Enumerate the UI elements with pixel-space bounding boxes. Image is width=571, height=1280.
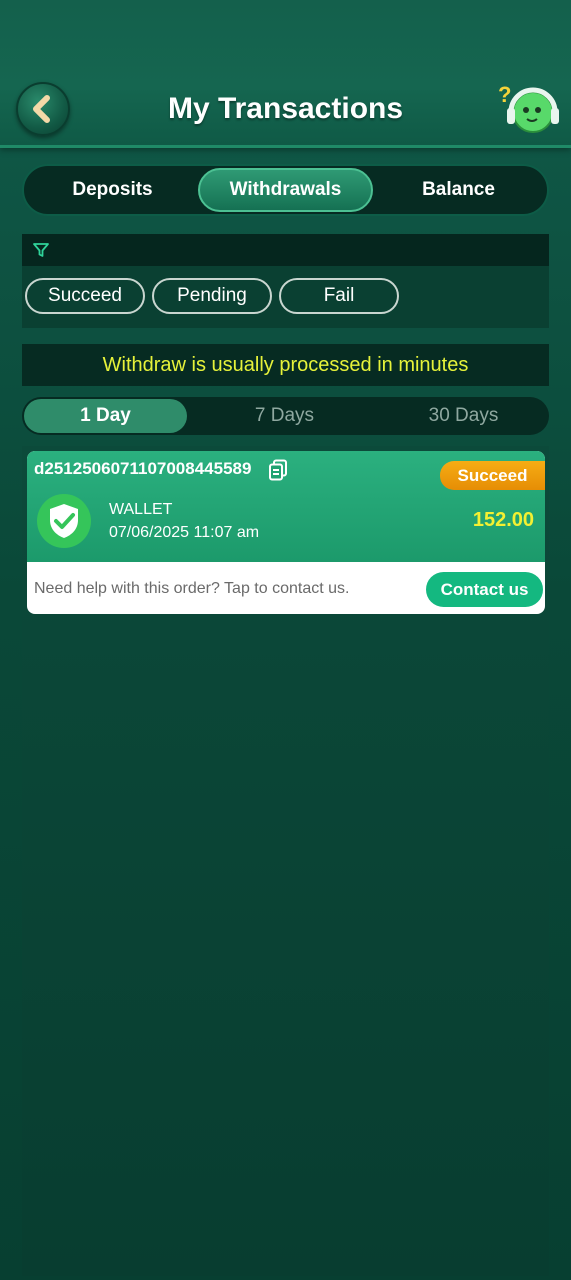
tab-balance[interactable]: Balance [373,168,544,212]
filter-bar[interactable] [22,234,549,266]
svg-text:?: ? [498,82,511,107]
support-button[interactable]: ? [498,80,560,138]
time-range-tabs: 1 Day 7 Days 30 Days [22,397,549,435]
filter-chip-pending[interactable]: Pending [152,278,272,314]
transaction-type-tabs: Deposits Withdrawals Balance [22,164,549,216]
transaction-summary: d2512506071107008445589 Succeed WALLET 0… [27,451,545,562]
help-text: Need help with this order? Tap to contac… [34,580,350,597]
page-title: My Transactions [167,92,404,125]
transaction-datetime: 07/06/2025 11:07 am [109,524,260,541]
processing-notice: Withdraw is usually processed in minutes [22,344,549,386]
shield-check-icon [37,494,91,548]
tab-withdrawals[interactable]: Withdrawals [198,168,373,212]
filter-chip-fail[interactable]: Fail [279,278,399,314]
payment-method: WALLET [109,501,173,518]
tab-deposits[interactable]: Deposits [27,168,198,212]
order-id: d2512506071107008445589 [34,459,252,478]
tab-30-days[interactable]: 30 Days [382,399,545,433]
contact-us-button[interactable]: Contact us [426,572,543,607]
status-filter-panel: Succeed Pending Fail [22,266,549,328]
tab-1-day[interactable]: 1 Day [24,399,187,433]
app-header: My Transactions ? [0,0,571,148]
transaction-card: d2512506071107008445589 Succeed WALLET 0… [27,451,545,614]
status-badge: Succeed [440,461,545,490]
filter-chip-succeed[interactable]: Succeed [25,278,145,314]
transaction-amount: 152.00 [472,509,534,531]
tab-7-days[interactable]: 7 Days [187,399,382,433]
support-headset-mascot-icon: ? [498,82,559,133]
copy-icon[interactable] [268,459,288,481]
filter-icon [33,243,49,257]
